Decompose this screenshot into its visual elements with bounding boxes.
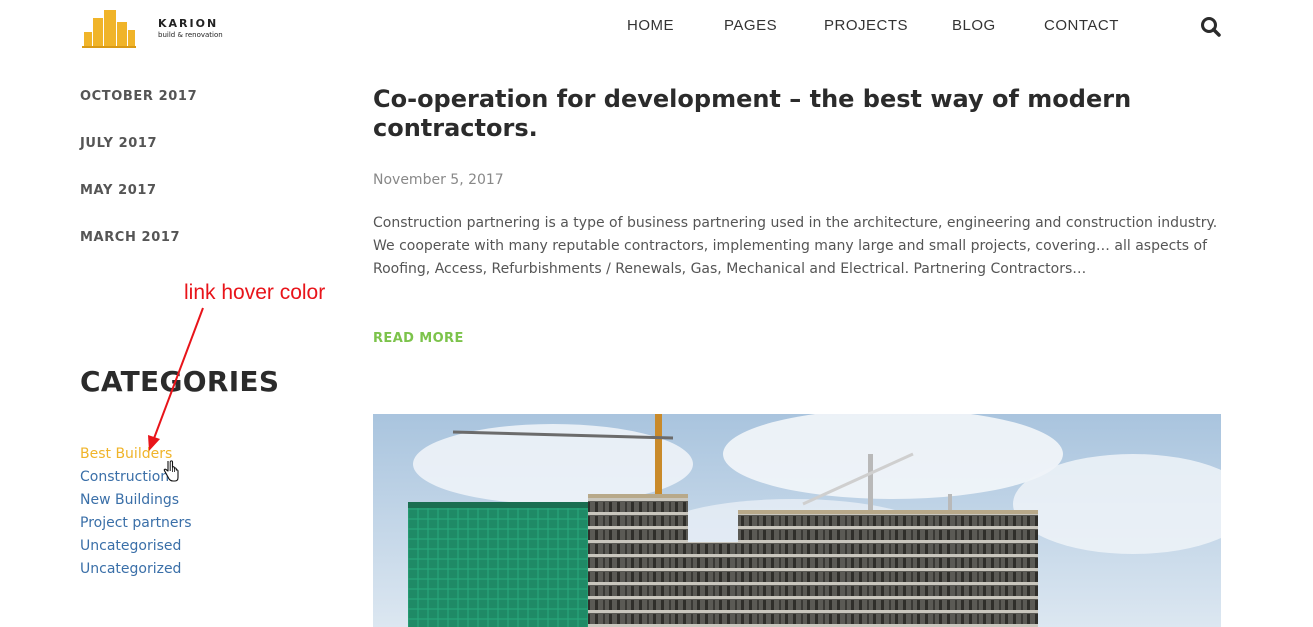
category-link-project-partners[interactable]: Project partners	[80, 515, 192, 531]
building-logo-icon	[82, 10, 136, 48]
category-link-new-buildings[interactable]: New Buildings	[80, 492, 179, 508]
nav-item-pages[interactable]: PAGES	[724, 17, 777, 34]
post-date: November 5, 2017	[373, 172, 504, 188]
construction-site-photo-icon	[373, 414, 1221, 627]
hand-pointer-cursor-icon	[163, 460, 179, 482]
archive-link-october-2017[interactable]: OCTOBER 2017	[80, 89, 197, 104]
nav-item-contact[interactable]: CONTACT	[1044, 17, 1119, 34]
archive-link-may-2017[interactable]: MAY 2017	[80, 183, 157, 198]
category-link-uncategorised[interactable]: Uncategorised	[80, 538, 181, 554]
site-logo[interactable]: KARION build & renovation	[82, 8, 242, 48]
post-excerpt: Construction partnering is a type of bus…	[373, 215, 1218, 277]
read-more-link[interactable]: READ MORE	[373, 331, 464, 346]
annotation-arrow-icon	[148, 307, 204, 451]
category-link-uncategorized[interactable]: Uncategorized	[80, 561, 181, 577]
nav-item-blog[interactable]: BLOG	[952, 17, 996, 34]
post-title[interactable]: Co-operation for development – the best …	[373, 85, 1213, 143]
site-header: KARION build & renovation HOME PAGES PRO…	[0, 0, 1313, 58]
archive-link-march-2017[interactable]: MARCH 2017	[80, 230, 180, 245]
brand-name: KARION	[158, 17, 219, 30]
annotation-label: link hover color	[184, 281, 326, 304]
nav-item-projects[interactable]: PROJECTS	[824, 17, 908, 34]
post-featured-image[interactable]	[373, 414, 1221, 627]
category-link-construction[interactable]: Construction	[80, 469, 169, 485]
brand-tagline: build & renovation	[158, 31, 223, 39]
archive-link-july-2017[interactable]: JULY 2017	[80, 136, 157, 151]
search-icon[interactable]	[1200, 16, 1222, 38]
nav-item-home[interactable]: HOME	[627, 17, 674, 34]
